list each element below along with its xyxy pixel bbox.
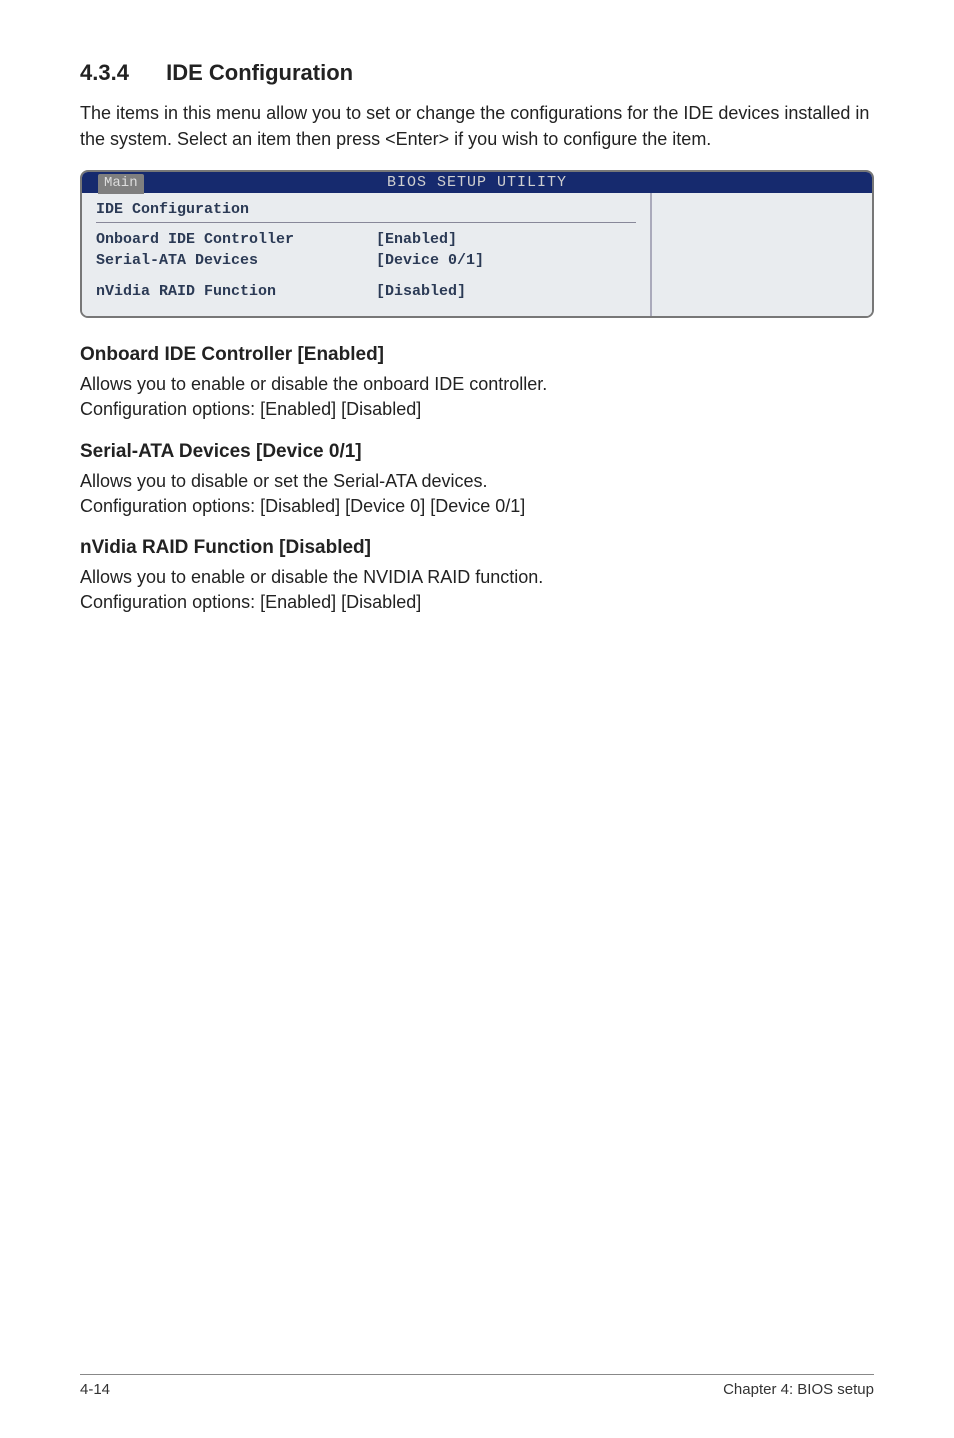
bios-row: nVidia RAID Function [Disabled] (96, 281, 636, 302)
bios-row-key: Serial-ATA Devices (96, 252, 376, 269)
footer-chapter: Chapter 4: BIOS setup (723, 1381, 874, 1398)
page-footer: 4-14 Chapter 4: BIOS setup (80, 1374, 874, 1398)
section-number: 4.3.4 (80, 60, 160, 86)
item-heading: Onboard IDE Controller [Enabled] (80, 344, 874, 366)
section-heading: 4.3.4 IDE Configuration (80, 60, 874, 86)
bios-row-key: nVidia RAID Function (96, 283, 376, 300)
item-body: Allows you to enable or disable the NVID… (80, 565, 874, 615)
bios-row-value: [Disabled] (376, 283, 466, 300)
bios-row: Onboard IDE Controller [Enabled] (96, 229, 636, 250)
bios-row-value: [Device 0/1] (376, 252, 484, 269)
bios-row-key: Onboard IDE Controller (96, 231, 376, 248)
footer-page-number: 4-14 (80, 1381, 110, 1398)
bios-body: IDE Configuration Onboard IDE Controller… (82, 193, 872, 316)
bios-left-panel: IDE Configuration Onboard IDE Controller… (82, 193, 652, 316)
item-heading: nVidia RAID Function [Disabled] (80, 537, 874, 559)
item-body: Allows you to enable or disable the onbo… (80, 372, 874, 422)
bios-tab-main: Main (98, 174, 144, 194)
item-body: Allows you to disable or set the Serial-… (80, 469, 874, 519)
page: 4.3.4 IDE Configuration The items in thi… (0, 0, 954, 1438)
bios-header-title: BIOS SETUP UTILITY (82, 174, 872, 191)
item-heading: Serial-ATA Devices [Device 0/1] (80, 441, 874, 463)
bios-right-panel (652, 193, 872, 316)
intro-paragraph: The items in this menu allow you to set … (80, 100, 874, 152)
bios-header: Main BIOS SETUP UTILITY (82, 172, 872, 193)
bios-row-value: [Enabled] (376, 231, 457, 248)
section-title: IDE Configuration (166, 60, 353, 85)
bios-row-gap (96, 271, 636, 281)
bios-group-header: IDE Configuration (96, 201, 636, 223)
bios-screenshot: Main BIOS SETUP UTILITY IDE Configuratio… (80, 170, 874, 318)
bios-row: Serial-ATA Devices [Device 0/1] (96, 250, 636, 271)
